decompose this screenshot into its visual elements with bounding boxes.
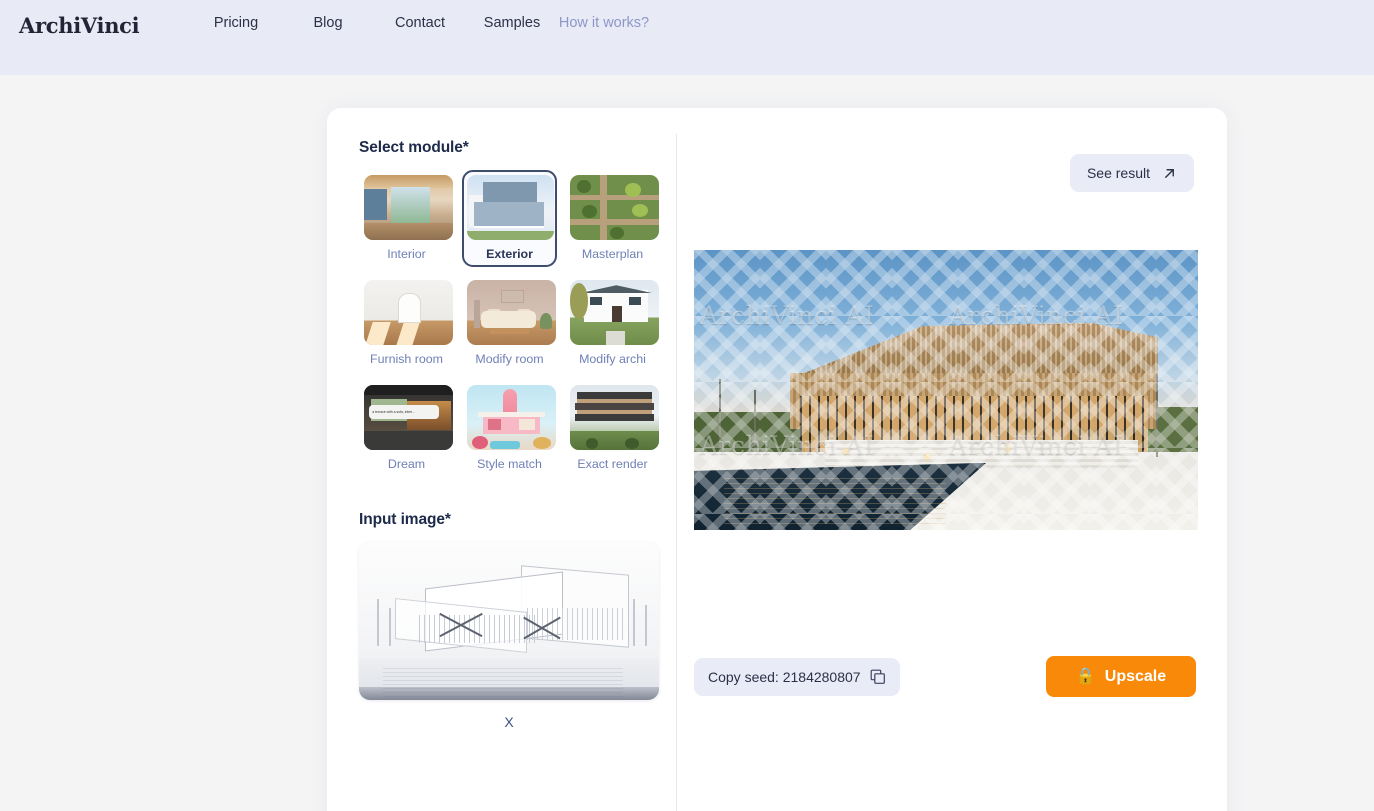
nav-item-blog[interactable]: Blog bbox=[282, 15, 374, 31]
input-sketch-art bbox=[359, 542, 659, 700]
see-result-button[interactable]: See result bbox=[1069, 154, 1194, 192]
module-tile-exterior[interactable]: Exterior bbox=[462, 170, 557, 267]
module-label-exact-render: Exact render bbox=[577, 457, 648, 471]
module-label-dream: Dream bbox=[387, 457, 426, 471]
lock-icon: 🔒 bbox=[1075, 667, 1096, 685]
exact-render-thumb bbox=[570, 385, 659, 450]
input-image-preview[interactable] bbox=[359, 542, 659, 700]
nav-link-pricing[interactable]: Pricing bbox=[190, 15, 282, 31]
module-tile-masterplan[interactable]: Masterplan bbox=[565, 170, 660, 267]
nav-item-how-it-works[interactable]: How it works? bbox=[558, 15, 650, 31]
upscale-button[interactable]: 🔒 Upscale bbox=[1046, 656, 1196, 697]
nav-link-samples[interactable]: Samples bbox=[466, 15, 558, 31]
copy-seed-label: Copy seed: 2184280807 bbox=[708, 669, 861, 685]
module-tile-style-match[interactable]: Style match bbox=[462, 380, 557, 477]
main-navigation: Pricing Blog Contact Samples How it work… bbox=[190, 15, 650, 31]
nav-link-contact[interactable]: Contact bbox=[374, 15, 466, 31]
module-tile-furnish-room[interactable]: Furnish room bbox=[359, 275, 454, 372]
module-label-interior: Interior bbox=[387, 247, 426, 261]
module-label-furnish-room: Furnish room bbox=[370, 352, 443, 366]
furnish-room-thumb bbox=[364, 280, 453, 345]
module-tile-exact-render[interactable]: Exact render bbox=[565, 380, 660, 477]
module-label-exterior: Exterior bbox=[486, 247, 533, 261]
modify-room-thumb bbox=[467, 280, 556, 345]
module-label-style-match: Style match bbox=[477, 457, 542, 471]
arrow-up-right-icon bbox=[1165, 168, 1174, 178]
result-image[interactable]: ArchiVinci AI ArchiVinci AI ArchiVinci A… bbox=[694, 250, 1198, 530]
dream-thumb: a terrace with a sofa, interi… bbox=[364, 385, 453, 450]
exterior-thumb bbox=[467, 175, 554, 240]
module-label-modify-room: Modify room bbox=[475, 352, 544, 366]
nav-item-pricing[interactable]: Pricing bbox=[190, 15, 282, 31]
module-tile-dream[interactable]: a terrace with a sofa, interi… Dream bbox=[359, 380, 454, 477]
see-result-label: See result bbox=[1086, 165, 1150, 181]
modify-archi-thumb bbox=[570, 280, 659, 345]
module-tile-modify-room[interactable]: Modify room bbox=[462, 275, 557, 372]
module-tile-interior[interactable]: Interior bbox=[359, 170, 454, 267]
module-label-masterplan: Masterplan bbox=[581, 247, 644, 261]
module-label-modify-archi: Modify archi bbox=[579, 352, 646, 366]
dream-prompt-bubble: a terrace with a sofa, interi… bbox=[369, 404, 439, 419]
page-body: Select module* Interior Exterior Masterp… bbox=[0, 75, 1374, 811]
style-match-thumb bbox=[467, 385, 556, 450]
input-image-title: Input image* bbox=[359, 511, 451, 528]
watermark-grid bbox=[694, 250, 1198, 530]
masterplan-thumb bbox=[570, 175, 659, 240]
select-module-title: Select module* bbox=[359, 139, 469, 156]
module-tile-modify-archi[interactable]: Modify archi bbox=[565, 275, 660, 372]
copy-seed-button[interactable]: Copy seed: 2184280807 bbox=[694, 658, 900, 696]
nav-link-blog[interactable]: Blog bbox=[282, 15, 374, 31]
copy-icon bbox=[870, 669, 885, 684]
nav-link-how-it-works[interactable]: How it works? bbox=[558, 15, 650, 31]
upscale-label: Upscale bbox=[1104, 667, 1167, 685]
nav-item-contact[interactable]: Contact bbox=[374, 15, 466, 31]
logo[interactable]: ArchiVinci bbox=[0, 15, 190, 37]
right-panel: See result ArchiVinci AI ArchiVinci AI A… bbox=[676, 108, 1227, 811]
left-panel: Select module* Interior Exterior Masterp… bbox=[327, 108, 677, 811]
nav-item-samples[interactable]: Samples bbox=[466, 15, 558, 31]
remove-input-image-button[interactable]: X bbox=[359, 714, 659, 730]
interior-thumb bbox=[364, 175, 453, 240]
module-grid: Interior Exterior Masterplan Furnish roo… bbox=[359, 170, 660, 485]
site-header: ArchiVinci Pricing Blog Contact Samples … bbox=[0, 0, 1374, 75]
input-image-section: Input image* X bbox=[359, 511, 676, 730]
generator-card: Select module* Interior Exterior Masterp… bbox=[327, 108, 1227, 811]
